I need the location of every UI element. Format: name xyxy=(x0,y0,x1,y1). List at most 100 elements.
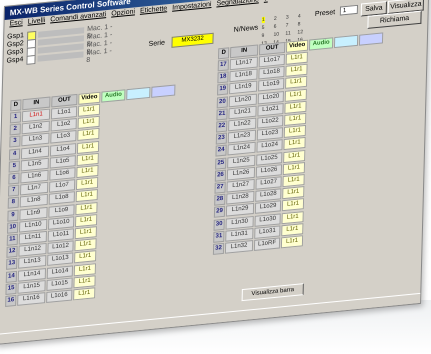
row-number[interactable]: 21 xyxy=(216,108,228,121)
video-cell[interactable]: L1r1 xyxy=(284,112,307,126)
column-header[interactable] xyxy=(126,86,151,101)
video-cell[interactable]: L1r1 xyxy=(284,100,307,114)
row-number[interactable]: 2 xyxy=(9,123,21,136)
video-cell[interactable]: L1r1 xyxy=(74,250,97,264)
video-cell[interactable]: L1r1 xyxy=(75,213,98,228)
video-cell[interactable]: L1r1 xyxy=(280,235,304,249)
picker-number[interactable]: 10 xyxy=(273,31,279,38)
row-number[interactable]: 17 xyxy=(217,59,229,72)
video-cell[interactable]: L1r1 xyxy=(73,287,96,301)
picker-number[interactable]: 12 xyxy=(297,29,303,36)
row-number[interactable]: 28 xyxy=(214,193,226,206)
video-cell[interactable]: L1r1 xyxy=(77,115,100,130)
video-cell[interactable]: L1r1 xyxy=(76,140,100,154)
video-cell[interactable]: L1r1 xyxy=(73,262,97,276)
menu-item-6[interactable]: Segnalazione xyxy=(216,0,259,7)
visualizza-barra-tab[interactable]: Visualizza barra xyxy=(241,283,304,302)
video-cell[interactable]: L1r1 xyxy=(285,63,308,78)
row-number[interactable]: 27 xyxy=(214,181,226,194)
column-header[interactable]: Audio xyxy=(101,89,126,103)
row-number[interactable]: 29 xyxy=(213,206,226,219)
row-number[interactable]: 5 xyxy=(8,160,20,173)
row-number[interactable]: 10 xyxy=(7,221,19,234)
row-number[interactable]: 14 xyxy=(5,270,18,283)
row-number[interactable]: 20 xyxy=(216,95,229,109)
video-cell[interactable]: L1r1 xyxy=(75,189,98,203)
row-number[interactable]: 23 xyxy=(215,132,228,145)
menu-item-7[interactable]: ? xyxy=(264,0,268,3)
picker-number[interactable]: 8 xyxy=(298,21,301,27)
picker-number[interactable]: 1 xyxy=(261,16,265,24)
video-cell[interactable]: L1r1 xyxy=(76,152,99,166)
picker-number[interactable]: 3 xyxy=(286,15,289,21)
output-cell[interactable]: L1o16 xyxy=(46,289,73,304)
video-cell[interactable]: L1r1 xyxy=(75,201,98,215)
picker-number[interactable]: 6 xyxy=(274,24,277,30)
row-number[interactable]: 1 xyxy=(9,111,22,124)
preset-select[interactable]: 1 xyxy=(339,4,359,16)
row-number[interactable]: 11 xyxy=(6,233,18,246)
row-number[interactable]: 30 xyxy=(213,218,225,231)
video-cell[interactable]: L1r1 xyxy=(282,174,305,188)
video-cell[interactable]: L1r1 xyxy=(282,161,306,175)
video-cell[interactable]: L1r1 xyxy=(281,210,304,224)
row-number[interactable]: 32 xyxy=(212,242,225,255)
picker-number[interactable]: 2 xyxy=(274,16,277,22)
column-header[interactable] xyxy=(151,84,176,98)
row-number[interactable]: 8 xyxy=(7,197,19,210)
video-cell[interactable]: L1r1 xyxy=(283,137,306,151)
row-number[interactable]: 19 xyxy=(217,83,229,96)
input-cell[interactable]: L1n32 xyxy=(224,240,254,254)
column-header[interactable] xyxy=(358,32,384,46)
video-cell[interactable]: L1r1 xyxy=(285,51,308,65)
output-cell[interactable]: L1oRF xyxy=(253,237,281,251)
picker-number[interactable]: 5 xyxy=(262,25,265,31)
video-cell[interactable]: L1r1 xyxy=(282,186,305,200)
row-number[interactable]: 12 xyxy=(6,245,18,259)
row-number[interactable]: 24 xyxy=(215,144,227,158)
row-number[interactable]: 25 xyxy=(215,157,227,170)
video-cell[interactable]: L1r1 xyxy=(76,164,99,179)
video-cell[interactable]: L1r1 xyxy=(75,177,99,191)
row-number[interactable]: 4 xyxy=(8,148,21,161)
row-number[interactable]: 26 xyxy=(214,169,227,182)
row-number[interactable]: 31 xyxy=(213,230,225,243)
row-number[interactable]: 9 xyxy=(7,209,19,222)
column-header[interactable]: D xyxy=(217,47,230,60)
column-header[interactable]: Video xyxy=(285,39,309,53)
video-cell[interactable]: L1r1 xyxy=(73,275,96,289)
input-cell[interactable]: L1n16 xyxy=(17,292,46,306)
serie-value: MX3232 xyxy=(171,32,214,48)
column-header[interactable]: D xyxy=(10,99,22,112)
picker-number[interactable]: 9 xyxy=(261,33,264,39)
row-number[interactable]: 3 xyxy=(9,135,21,148)
video-cell[interactable]: L1r1 xyxy=(281,198,305,212)
video-cell[interactable]: L1r1 xyxy=(74,226,97,240)
row-number[interactable]: 18 xyxy=(217,71,229,84)
video-cell[interactable]: L1r1 xyxy=(77,103,101,117)
menu-item-3[interactable]: Opzioni xyxy=(111,8,135,17)
row-number[interactable]: 13 xyxy=(6,258,18,271)
row-number[interactable]: 7 xyxy=(7,184,20,197)
picker-number[interactable]: 11 xyxy=(285,30,290,37)
video-cell[interactable]: L1r1 xyxy=(281,222,304,237)
video-cell[interactable]: L1r1 xyxy=(283,125,307,139)
video-cell[interactable]: L1r1 xyxy=(284,88,307,102)
column-header[interactable]: Audio xyxy=(308,37,334,51)
picker-number[interactable]: 4 xyxy=(298,13,301,19)
video-cell[interactable]: L1r1 xyxy=(285,76,308,90)
picker-number[interactable]: 7 xyxy=(286,23,289,29)
column-header[interactable] xyxy=(333,34,359,49)
group-checkbox[interactable] xyxy=(26,54,36,65)
video-cell[interactable]: L1r1 xyxy=(283,149,306,163)
row-number[interactable]: 22 xyxy=(216,120,228,133)
column-header[interactable]: Video xyxy=(78,91,101,105)
menu-item-4[interactable]: Etichette xyxy=(140,5,167,15)
row-number[interactable]: 6 xyxy=(8,172,20,185)
row-number[interactable]: 15 xyxy=(5,282,17,295)
menu-item-1[interactable]: Livelli xyxy=(28,17,46,26)
menu-item-0[interactable]: Esci xyxy=(9,19,22,27)
row-number[interactable]: 16 xyxy=(5,294,17,307)
video-cell[interactable]: L1r1 xyxy=(77,128,100,142)
video-cell[interactable]: L1r1 xyxy=(74,238,97,252)
